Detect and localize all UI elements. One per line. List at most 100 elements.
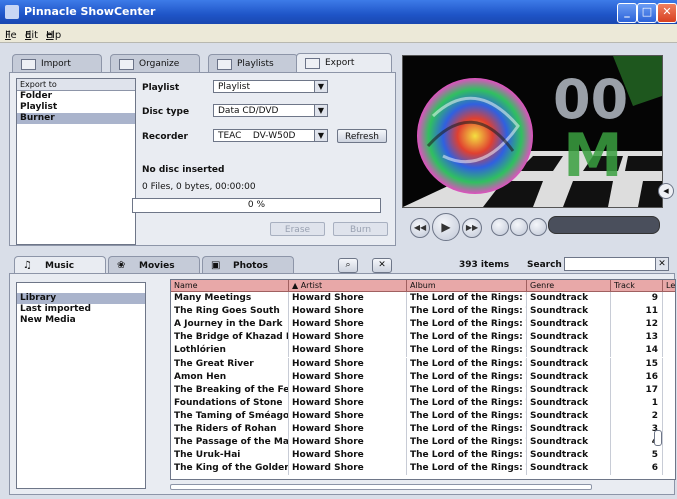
minimize-button[interactable]: _ [617,3,637,23]
column-track[interactable]: Track [611,280,663,291]
table-row[interactable]: The Bridge of Khazad Du Howard Shore The L… [171,331,675,345]
column-album[interactable]: Album [407,280,527,291]
export-panel: Export to Folder Playlist Burner Playlis… [9,72,396,246]
table-row[interactable]: The Great River Howard Shore The Lord of t… [171,357,675,371]
vertical-scrollbar-thumb[interactable] [654,430,662,446]
tab-photos[interactable]: ▣ Photos [202,256,294,274]
cell-album: The Lord of the Rings: T [407,370,527,384]
cell-album: The Lord of the Rings: T [407,423,527,436]
export-icon [305,58,320,69]
chevron-down-icon: ▼ [314,81,327,92]
table-row[interactable]: Lothlórien Howard Shore The Lord of the Ri… [171,344,675,358]
next-button[interactable]: ▶▶ [462,218,482,238]
tab-movies[interactable]: ❀ Movies [108,256,200,274]
disc-type-select[interactable]: Data CD/DVD ▼ [213,104,328,117]
cell-track: 12 [611,318,663,332]
title-bar[interactable]: Pinnacle ShowCenter _ □ ✕ [0,0,677,24]
disc-type-label: Disc type [142,107,190,117]
column-name[interactable]: Name [171,280,289,291]
cell-track: 11 [611,305,663,319]
stop-button[interactable] [491,218,509,236]
cell-name: Foundations of Stone [171,396,289,410]
cell-genre: Soundtrack [527,423,611,436]
table-row[interactable]: The Ring Goes South Howard Shore The Lord … [171,305,675,319]
source-new-media[interactable]: New Media [17,315,145,326]
video-frame-image: 00 M [403,56,662,207]
table-row[interactable]: The Uruk-Hai Howard Shore The Lord of the … [171,449,675,463]
play-button[interactable]: ▶ [432,213,460,241]
cell-artist: Howard Shore [289,436,407,450]
tab-organize[interactable]: Organize [110,54,200,72]
cell-album: The Lord of the Rings: T [407,383,527,397]
recorder-select[interactable]: TEAC DV-W50D ▼ [213,129,328,142]
table-row[interactable]: The Taming of Sméagol Howard Shore The Lor… [171,409,675,423]
cell-genre: Soundtrack [527,396,611,410]
cell-album: The Lord of the Rings: T [407,318,527,332]
clear-filter-button[interactable]: ✕ [372,258,392,273]
table-row[interactable]: A Journey in the Dark Howard Shore The Lor… [171,318,675,332]
cell-name: The Riders of Rohan [171,423,289,436]
table-row[interactable]: The Passage of the Mars Howard Shore The L… [171,436,675,450]
previous-button[interactable]: ◀◀ [410,218,430,238]
table-row[interactable]: The King of the Golden H Howard Shore The … [171,462,675,476]
table-row[interactable]: Amon Hen Howard Shore The Lord of the Ring… [171,370,675,384]
column-artist[interactable]: ▲ Artist [289,280,407,291]
maximize-button[interactable]: □ [637,3,657,23]
burn-button[interactable]: Burn [333,222,388,236]
erase-button[interactable]: Erase [270,222,325,236]
cell-album: The Lord of the Rings: T [407,331,527,345]
library-source-list[interactable]: Library Last imported New Media [16,282,146,489]
track-table[interactable]: Name ▲ Artist Album Genre Track Le Many … [170,279,676,480]
close-icon: ✕ [378,260,386,270]
tab-import[interactable]: Import [12,54,102,72]
repeat-button[interactable] [510,218,528,236]
cell-name: Many Meetings [171,292,289,305]
cell-album: The Lord of the Rings: T [407,449,527,463]
horizontal-scrollbar[interactable] [170,484,592,490]
export-target-burner[interactable]: Burner [17,113,135,124]
cell-album: The Lord of the Rings: T [407,436,527,450]
table-row[interactable]: The Riders of Rohan Howard Shore The Lord … [171,423,675,436]
export-target-folder[interactable]: Folder [17,91,135,102]
table-row[interactable]: The Breaking of the Fell Howard Shore The … [171,383,675,397]
cell-track: 9 [611,292,663,305]
app-icon [5,5,19,19]
cell-track: 15 [611,357,663,371]
table-row[interactable]: Many Meetings Howard Shore The Lord of the… [171,292,675,305]
playlist-select[interactable]: Playlist ▼ [213,80,328,93]
tab-music[interactable]: ♫ Music [14,256,106,274]
column-length[interactable]: Le [663,280,675,291]
video-preview[interactable]: 00 M [402,55,663,208]
close-button[interactable]: ✕ [657,3,677,23]
column-genre[interactable]: Genre [527,280,611,291]
previous-icon: ◀◀ [413,223,427,232]
table-row[interactable]: Foundations of Stone Howard Shore The Lord… [171,396,675,410]
cell-track: 17 [611,383,663,397]
volume-display[interactable] [548,216,660,234]
cell-genre: Soundtrack [527,318,611,332]
cell-track: 13 [611,331,663,345]
chevron-left-icon: ◀ [663,187,669,195]
tab-export[interactable]: Export [296,53,392,72]
export-target-playlist[interactable]: Playlist [17,102,135,113]
cell-genre: Soundtrack [527,357,611,371]
cell-genre: Soundtrack [527,449,611,463]
search-input[interactable] [564,257,656,271]
source-library[interactable]: Library [17,293,145,304]
export-target-header: Export to [17,79,135,91]
cell-genre: Soundtrack [527,370,611,384]
expand-preview-button[interactable]: ◀ [658,183,674,199]
export-target-list[interactable]: Export to Folder Playlist Burner [16,78,136,245]
cell-genre: Soundtrack [527,409,611,423]
item-count: 393 items [459,260,510,270]
refresh-button[interactable]: Refresh [337,129,387,143]
shuffle-button[interactable] [529,218,547,236]
search-button[interactable]: ⌕ [338,258,358,273]
search-clear-button[interactable]: ✕ [655,257,669,271]
tab-playlists[interactable]: Playlists [208,54,298,72]
cell-artist: Howard Shore [289,449,407,463]
source-last-imported[interactable]: Last imported [17,304,145,315]
maximize-icon: □ [641,5,653,18]
magnifier-icon: ⌕ [345,260,351,270]
close-icon: ✕ [662,5,672,18]
